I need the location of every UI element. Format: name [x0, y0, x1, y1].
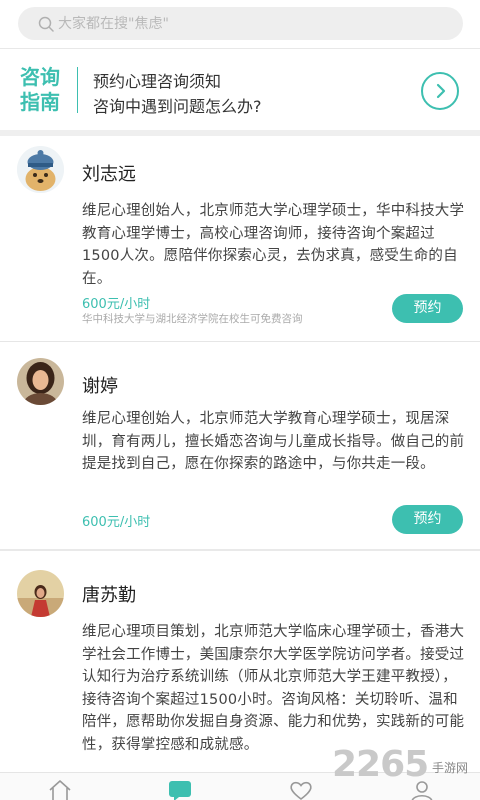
counselor-name: 谢婷: [82, 376, 118, 397]
avatar: [17, 358, 64, 405]
guide-item-problems[interactable]: 咨询中遇到问题怎么办?: [93, 93, 262, 117]
watermark-text: 手游网: [432, 761, 469, 775]
guide-divider: [77, 67, 78, 113]
book-button[interactable]: 预约: [392, 505, 463, 534]
counselor-description: 维尼心理项目策划，北京师范大学临床心理学硕士，香港大学社会工作博士，美国康奈尔大…: [82, 624, 465, 753]
search-placeholder: 大家都在搜"焦虑": [58, 16, 169, 32]
counselor-card[interactable]: 谢婷 维尼心理创始人，北京师范大学教育心理学硕士，现居深圳，育有两儿，擅长婚恋咨…: [0, 342, 480, 549]
avatar: [17, 570, 64, 617]
counselor-description: 维尼心理创始人，北京师范大学教育心理学硕士，现居深圳，育有两儿，擅长婚恋咨询与儿…: [82, 411, 465, 472]
counselor-card[interactable]: 唐苏勤 维尼心理项目策划，北京师范大学临床心理学硕士，香港大学社会工作博士，美国…: [0, 551, 480, 772]
chevron-right-icon[interactable]: [421, 72, 459, 110]
guide-title: 咨询 指南: [20, 65, 60, 114]
watermark: 2265 手游网: [332, 745, 480, 785]
counselor-card[interactable]: 刘志远 维尼心理创始人，北京师范大学心理学硕士，华中科技大学教育心理学博士，高校…: [0, 136, 480, 340]
counselor-name: 唐苏勤: [82, 585, 136, 606]
consult-icon[interactable]: [168, 779, 192, 800]
book-button[interactable]: 预约: [392, 294, 463, 323]
counselor-name: 刘志远: [82, 164, 136, 185]
counselor-price: 600元/小时: [82, 515, 151, 530]
watermark-logo: 2265: [332, 744, 429, 785]
heart-icon[interactable]: [289, 779, 313, 800]
search-input[interactable]: 大家都在搜"焦虑": [18, 7, 463, 40]
search-icon: [38, 16, 54, 32]
counselor-note: 华中科技大学与湖北经济学院在校生可免费咨询: [82, 313, 303, 325]
guide-item-booking-notice[interactable]: 预约心理咨询须知: [93, 68, 221, 92]
counselor-price: 600元/小时: [82, 297, 151, 312]
counselor-description: 维尼心理创始人，北京师范大学心理学硕士，华中科技大学教育心理学博士，高校心理咨询…: [82, 203, 465, 287]
search-bar: 大家都在搜"焦虑": [0, 0, 480, 48]
home-icon[interactable]: [48, 779, 72, 800]
avatar: [17, 146, 64, 193]
consultation-guide[interactable]: 咨询 指南 预约心理咨询须知 咨询中遇到问题怎么办?: [0, 48, 480, 130]
